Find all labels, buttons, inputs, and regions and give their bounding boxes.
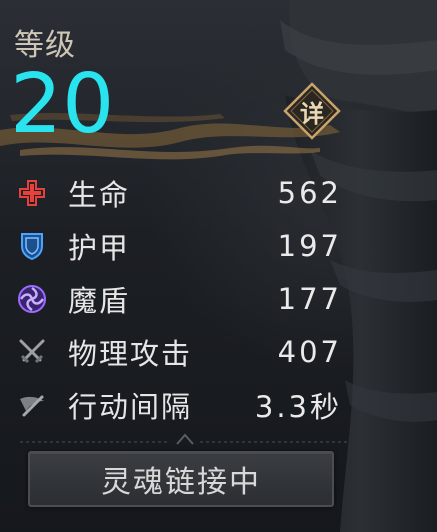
stat-label-hp: 生命 [68,177,131,212]
stat-label-action-interval: 行动间隔 [68,389,193,424]
level-value: 20 [10,57,115,152]
stat-row-physical-attack: 物理攻击 407 [0,325,360,378]
health-cross-icon [16,177,48,209]
detail-button-label: 详 [300,99,324,128]
detail-button[interactable]: 详 [283,82,341,140]
stat-value-hp: 562 [277,175,342,210]
character-stats-panel: 等级 20 详 生命 562 护甲 197 魔盾 177 物理攻击 407 行动… [0,0,437,532]
stat-row-magic-shield: 魔盾 177 [0,272,360,325]
stat-value-action-interval: 3.3秒 [254,389,342,424]
stat-value-armor: 197 [277,228,342,263]
ornament-divider [20,433,350,445]
stat-label-physical-attack: 物理攻击 [68,336,193,371]
stat-label-magic-shield: 魔盾 [68,283,131,318]
stat-value-physical-attack: 407 [277,334,342,369]
stat-label-armor: 护甲 [68,230,131,265]
magic-shield-icon [16,283,48,315]
stat-row-armor: 护甲 197 [0,219,360,272]
stat-row-action-interval: 行动间隔 3.3秒 [0,378,360,431]
shield-icon [16,230,48,262]
stats-list: 生命 562 护甲 197 魔盾 177 物理攻击 407 行动间隔 3.3秒 [0,166,360,431]
crossed-swords-icon [16,336,48,368]
soul-link-button[interactable]: 灵魂链接中 [28,451,334,507]
wing-blade-icon [16,389,48,421]
stat-row-hp: 生命 562 [0,166,360,219]
stat-value-magic-shield: 177 [277,281,342,316]
